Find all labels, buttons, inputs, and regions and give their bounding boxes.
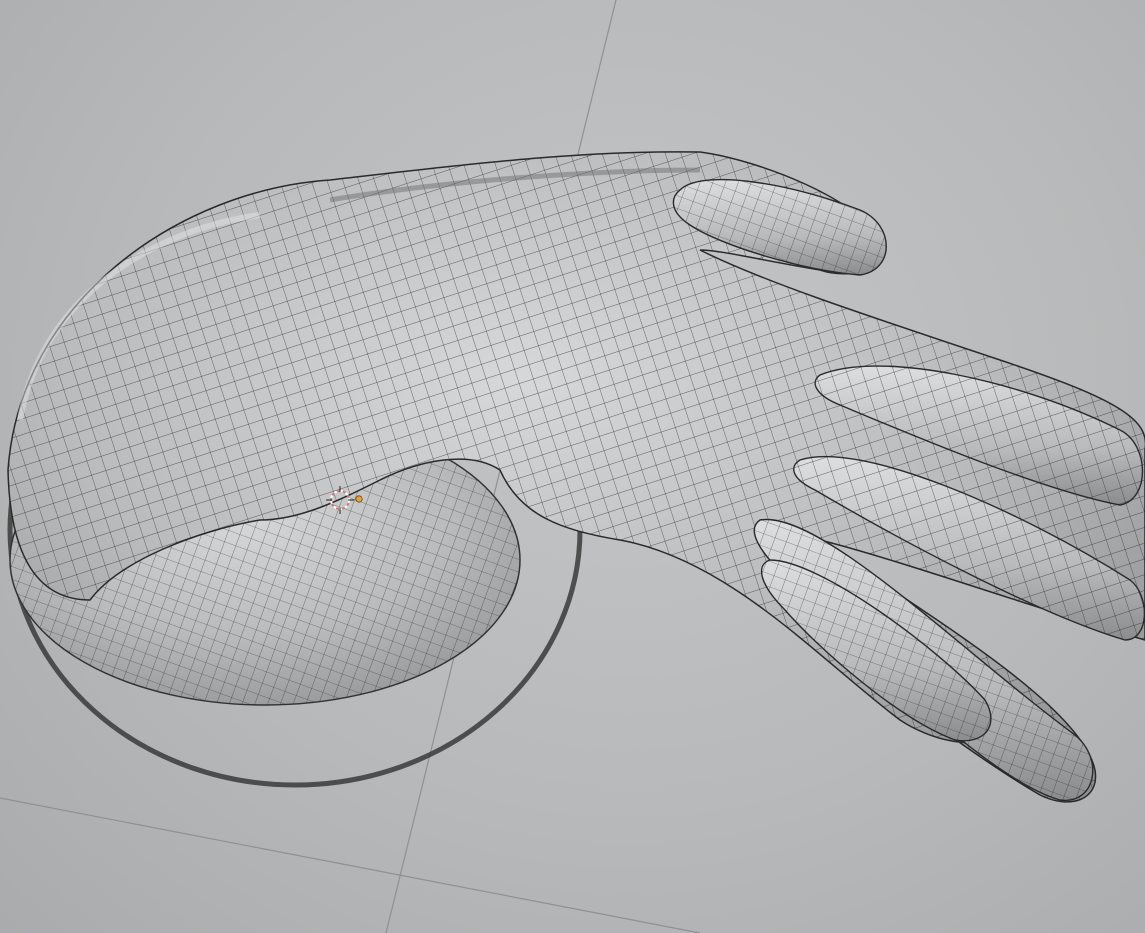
pivot-dot-icon bbox=[355, 495, 363, 503]
viewport-canvas[interactable] bbox=[0, 0, 1145, 933]
sculpt-mesh[interactable] bbox=[7, 151, 1145, 803]
3d-viewport[interactable] bbox=[0, 0, 1145, 933]
